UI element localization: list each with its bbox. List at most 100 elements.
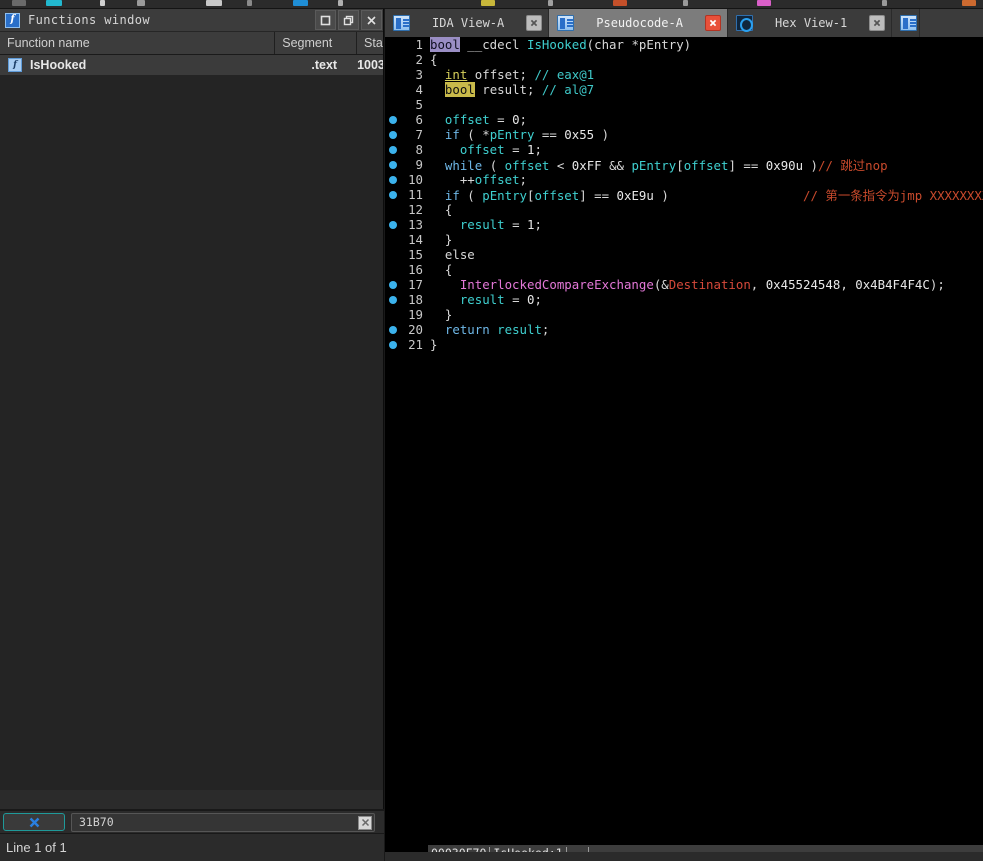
code-line[interactable]: 1 bool __cdecl IsHooked(char *pEntry) xyxy=(385,37,983,52)
code-line[interactable]: 11 if ( pEntry[offset] == 0xE9u ) // 第一条… xyxy=(385,187,983,203)
code-line[interactable]: 3 int offset; // eax@1 xyxy=(385,67,983,82)
line-number: 16 xyxy=(408,262,423,277)
line-number: 5 xyxy=(415,97,423,112)
line-content: bool result; // al@7 xyxy=(423,82,594,97)
line-content: InterlockedCompareExchange(&Destination,… xyxy=(423,277,945,292)
cell-segment: .text xyxy=(311,58,338,72)
code-token: result xyxy=(497,322,542,337)
line-number: 18 xyxy=(408,292,423,307)
filter-input[interactable]: 31B70 xyxy=(71,812,375,832)
code-token: pEntry xyxy=(638,37,684,52)
breakpoint-icon[interactable] xyxy=(385,175,401,184)
close-button[interactable] xyxy=(361,10,382,30)
code-line[interactable]: 2{ xyxy=(385,52,983,67)
toolbar-button[interactable] xyxy=(613,0,627,6)
breakpoint-icon[interactable] xyxy=(385,115,401,124)
line-number: 20 xyxy=(408,322,423,337)
toolbar-button[interactable] xyxy=(206,0,222,6)
column-header-function-name[interactable]: Function name xyxy=(0,32,276,54)
code-line[interactable]: 13 result = 1; xyxy=(385,217,983,232)
code-token: } xyxy=(430,337,438,352)
close-circle-icon[interactable] xyxy=(358,815,372,830)
code-line[interactable]: 21} xyxy=(385,337,983,352)
line-content: result = 1; xyxy=(423,217,542,232)
toolbar-button[interactable] xyxy=(683,0,688,6)
code-line[interactable]: 9 while ( offset < 0xFF && pEntry[offset… xyxy=(385,157,983,173)
breakpoint-icon[interactable] xyxy=(385,130,401,139)
breakpoint-icon[interactable] xyxy=(385,220,401,229)
tab-ida-view-a[interactable]: IDA View-A xyxy=(385,9,550,37)
breakpoint-icon[interactable] xyxy=(385,160,401,169)
code-line[interactable]: 19 } xyxy=(385,307,983,322)
line-number: 14 xyxy=(408,232,423,247)
line-content: bool __cdecl IsHooked(char *pEntry) xyxy=(423,37,691,52)
tab-structures[interactable] xyxy=(892,9,921,37)
toolbar-button[interactable] xyxy=(481,0,495,6)
square-icon xyxy=(320,15,331,25)
toolbar-button[interactable] xyxy=(882,0,887,6)
code-token: 0x55 xyxy=(564,127,595,142)
code-token: { xyxy=(430,202,453,217)
code-line[interactable]: 6 offset = 0; xyxy=(385,112,983,127)
code-token: 0x90u xyxy=(765,157,804,173)
code-token: __cdecl xyxy=(459,37,527,52)
toolbar-button[interactable] xyxy=(293,0,308,6)
breakpoint-icon[interactable] xyxy=(385,325,401,334)
toolbar-button[interactable] xyxy=(137,0,145,6)
toolbar-button[interactable] xyxy=(46,0,62,6)
toolbar-button[interactable] xyxy=(548,0,553,6)
toolbar-button[interactable] xyxy=(100,0,105,6)
functions-table-header: Function name Segment Star xyxy=(0,32,383,55)
tab-pseudocode-a[interactable]: Pseudocode-A xyxy=(549,9,728,37)
code-token: // al@7 xyxy=(541,82,595,97)
tab-hex-view-1[interactable]: Hex View-1 xyxy=(727,9,893,37)
code-line[interactable]: 5 xyxy=(385,97,983,112)
tab-close-icon[interactable] xyxy=(704,15,721,31)
restore-button[interactable] xyxy=(338,10,359,30)
breakpoint-icon[interactable] xyxy=(385,295,401,304)
code-token: , xyxy=(840,277,856,292)
code-line[interactable]: 15 else xyxy=(385,247,983,262)
column-header-start[interactable]: Star xyxy=(357,32,383,54)
breakpoint-icon[interactable] xyxy=(385,280,401,289)
code-token: * xyxy=(623,37,639,52)
column-header-segment[interactable]: Segment xyxy=(275,32,358,54)
code-token: } xyxy=(430,232,453,247)
table-row[interactable]: f IsHooked .text 1003 xyxy=(0,55,383,75)
breakpoint-icon[interactable] xyxy=(385,190,401,199)
code-line[interactable]: 17 InterlockedCompareExchange(&Destinati… xyxy=(385,277,983,292)
maximize-button[interactable] xyxy=(315,10,336,30)
toolbar-button[interactable] xyxy=(757,0,771,6)
breakpoint-icon[interactable] xyxy=(385,340,401,349)
code-token: offset xyxy=(444,112,490,127)
toolbar-button[interactable] xyxy=(338,0,343,6)
line-number: 19 xyxy=(408,307,423,322)
code-line[interactable]: 16 { xyxy=(385,262,983,277)
code-line[interactable]: 20 return result; xyxy=(385,322,983,337)
code-token: result xyxy=(459,292,505,307)
code-line[interactable]: 18 result = 0; xyxy=(385,292,983,307)
tab-label: Pseudocode-A xyxy=(596,16,683,30)
breakpoint-icon[interactable] xyxy=(385,145,401,154)
tab-close-icon[interactable] xyxy=(869,15,886,31)
code-line[interactable]: 4 bool result; // al@7 xyxy=(385,82,983,97)
line-content: { xyxy=(423,52,437,67)
toolbar-button[interactable] xyxy=(247,0,252,6)
pseudocode-view[interactable]: 1 bool __cdecl IsHooked(char *pEntry) 2{3 … xyxy=(385,37,983,834)
view-tabstrip: IDA View-A Pseudocode-A Hex View-1 xyxy=(385,9,983,37)
code-token: if xyxy=(444,127,460,142)
code-token: pEntry xyxy=(482,187,527,203)
toolbar-button[interactable] xyxy=(962,0,976,6)
code-token: ) xyxy=(653,187,669,203)
code-line[interactable]: 14 } xyxy=(385,232,983,247)
line-content: } xyxy=(423,232,452,247)
toolbar-button[interactable] xyxy=(12,0,26,6)
tab-close-icon[interactable] xyxy=(526,15,543,31)
code-line[interactable]: 12 { xyxy=(385,202,983,217)
code-line[interactable]: 7 if ( *pEntry == 0x55 ) xyxy=(385,127,983,142)
functions-window-buttons xyxy=(315,10,382,30)
main-toolbar[interactable] xyxy=(0,0,983,9)
filter-clear-button[interactable] xyxy=(3,813,65,831)
code-token: // 跳过nop xyxy=(818,157,888,173)
